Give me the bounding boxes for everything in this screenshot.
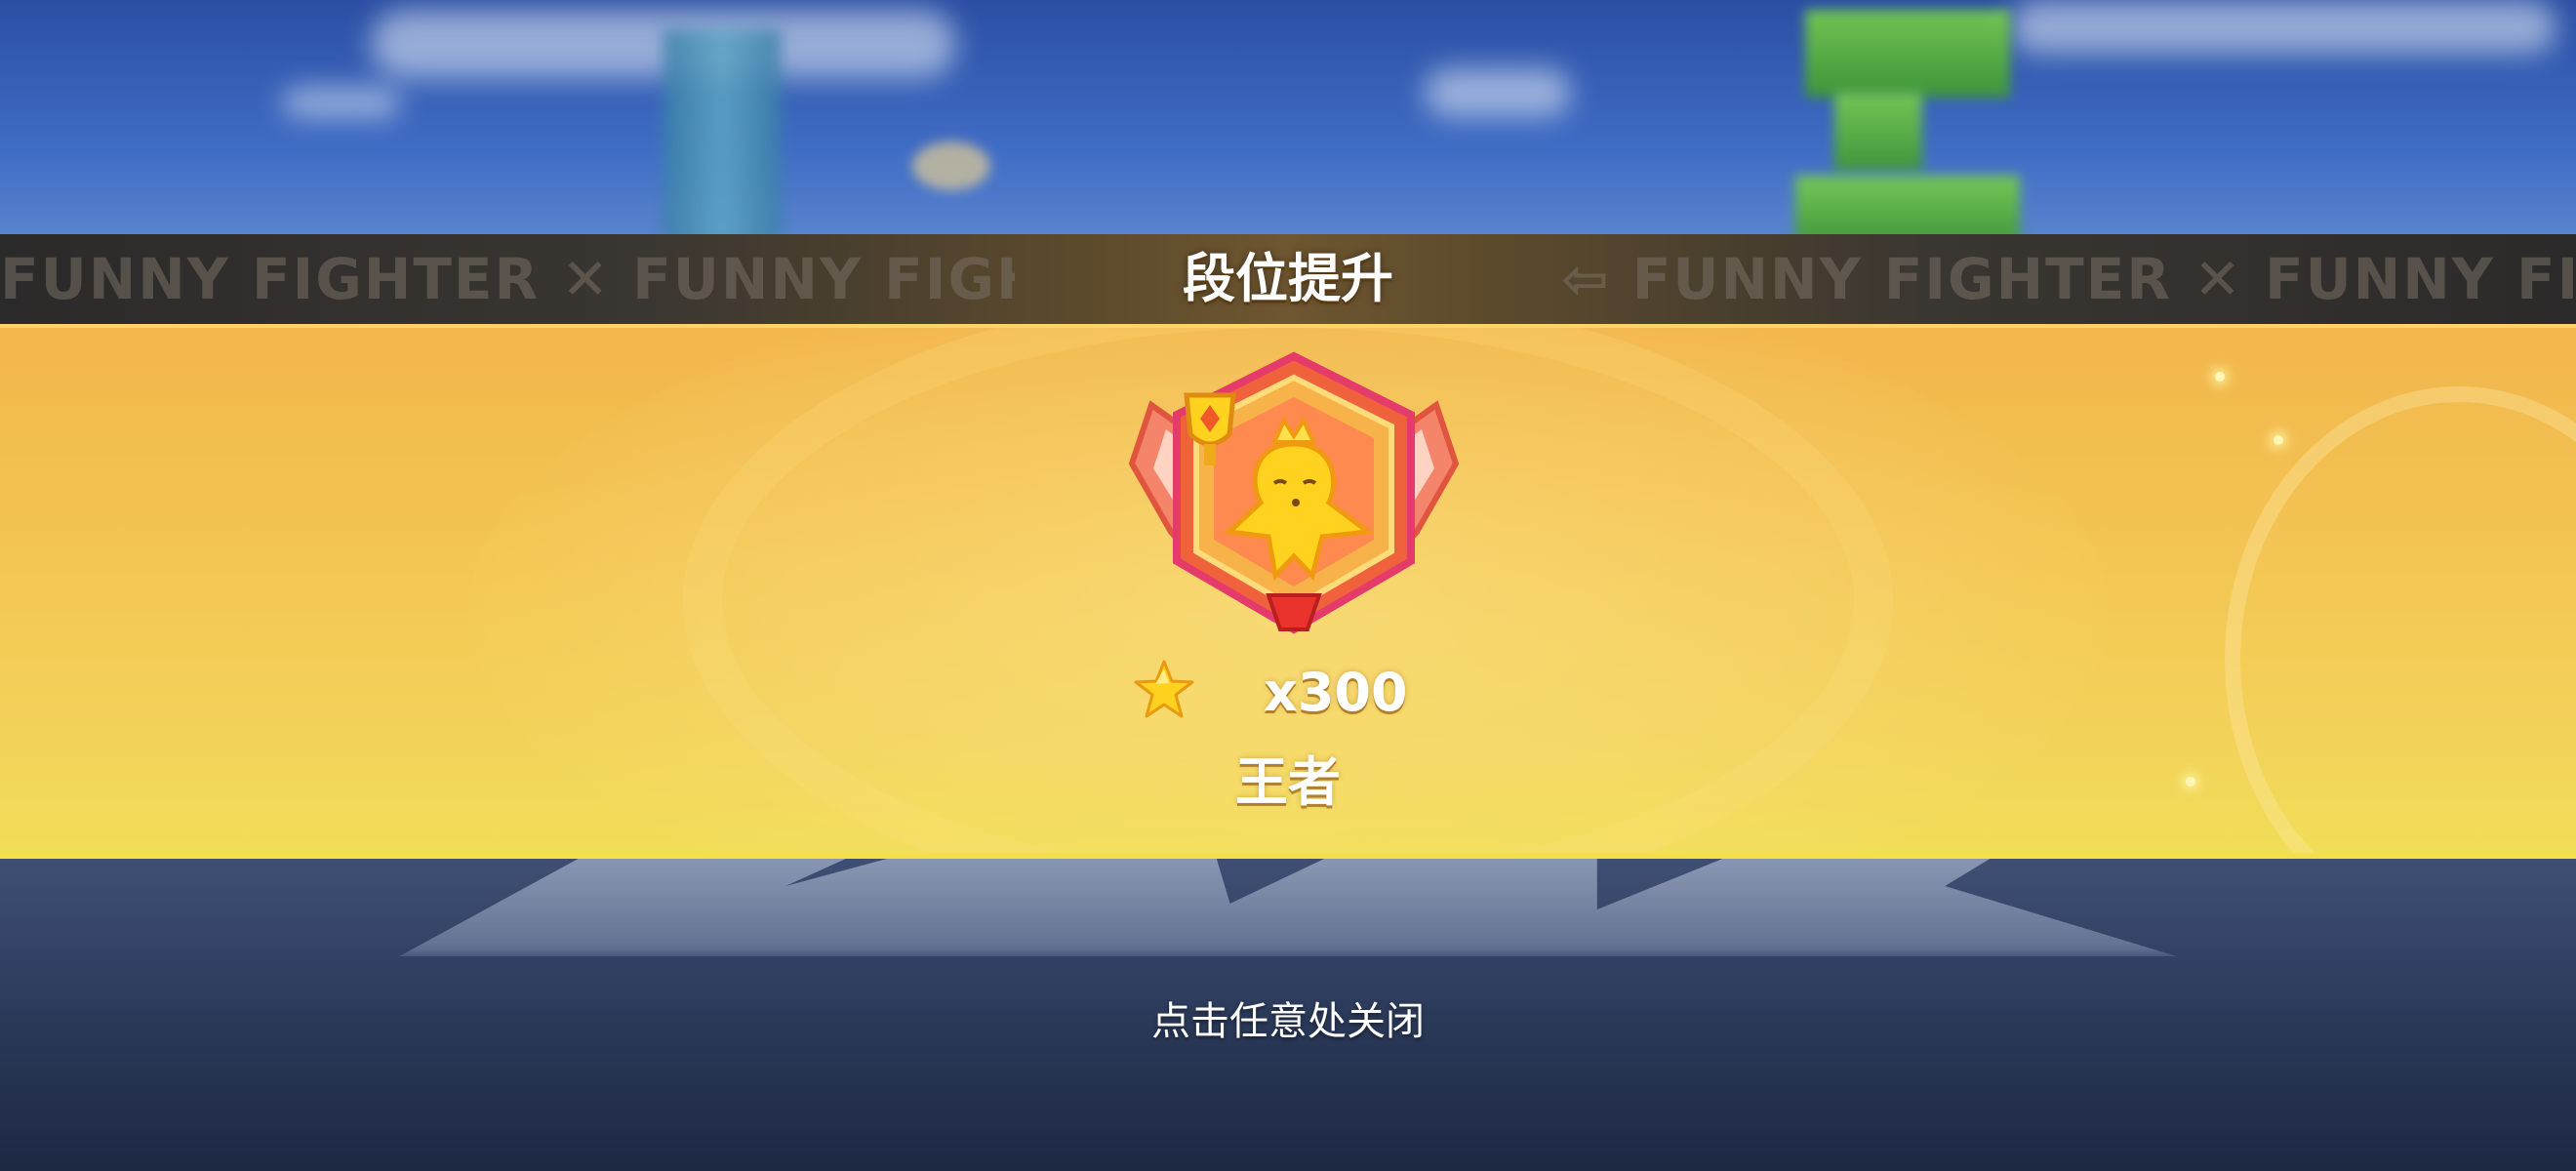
king-rank-emblem-icon (1112, 337, 1475, 649)
banner-marquee-right: ⇦ FUNNY FIGHTER ✕ FUNNY FIGHTER (1561, 246, 2576, 312)
green-block (1834, 93, 1922, 171)
reward-amount: x300 (1264, 662, 1408, 723)
cloud (1425, 68, 1571, 117)
sparkle (2186, 777, 2195, 787)
sparkle (2274, 435, 2283, 445)
banner-marquee-left: FUNNY FIGHTER ✕ FUNNY FIGHTER ⇨ (0, 246, 1015, 312)
sparkle (2215, 372, 2225, 382)
mascot-watermark (2225, 386, 2576, 853)
reward-row: x300 (1132, 654, 1454, 732)
rank-up-title: 段位提升 (1183, 248, 1393, 309)
star-icon (1132, 658, 1196, 722)
cloud (2010, 0, 2556, 54)
cloud (283, 88, 400, 117)
close-hint[interactable]: 点击任意处关闭 (995, 988, 1581, 1056)
tower (664, 29, 781, 244)
rank-name: 王者 (1235, 751, 1341, 813)
green-block (1805, 10, 2010, 98)
blimp (912, 141, 990, 190)
